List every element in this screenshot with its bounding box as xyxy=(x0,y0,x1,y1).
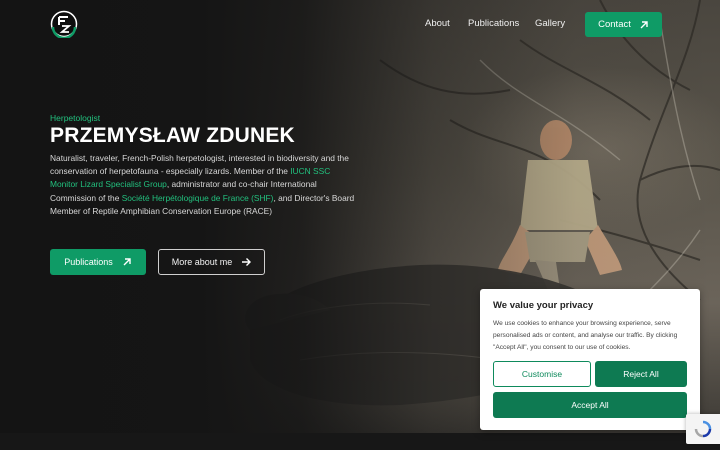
cookie-title: We value your privacy xyxy=(493,300,594,311)
contact-button-label: Contact xyxy=(598,19,631,30)
reject-all-button[interactable]: Reject All xyxy=(595,361,687,387)
nav-gallery[interactable]: Gallery xyxy=(535,18,565,29)
cookie-consent-banner: We value your privacy We use cookies to … xyxy=(480,289,700,430)
hero-bio: Naturalist, traveler, French-Polish herp… xyxy=(50,152,360,218)
recaptcha-icon xyxy=(694,420,712,438)
cookie-text: We use cookies to enhance your browsing … xyxy=(493,320,678,351)
shf-link[interactable]: Société Herpétologique de France (SHF) xyxy=(122,193,274,203)
more-about-me-button[interactable]: More about me xyxy=(158,249,265,275)
publications-button[interactable]: Publications xyxy=(50,249,146,275)
arrow-up-right-icon xyxy=(640,20,648,28)
more-about-me-label: More about me xyxy=(171,257,233,267)
nav-publications[interactable]: Publications xyxy=(468,18,519,29)
customise-button[interactable]: Customise xyxy=(493,361,591,387)
accept-all-button[interactable]: Accept All xyxy=(493,392,687,418)
contact-button[interactable]: Contact xyxy=(585,12,662,37)
page-title: PRZEMYSŁAW ZDUNEK xyxy=(50,124,295,147)
arrow-up-right-icon xyxy=(123,258,131,266)
recaptcha-badge[interactable] xyxy=(686,414,720,444)
arrow-right-icon xyxy=(242,258,252,266)
page-bottom xyxy=(0,433,720,450)
publications-button-label: Publications xyxy=(64,257,113,267)
nav-about[interactable]: About xyxy=(425,18,450,29)
hero-eyebrow: Herpetologist xyxy=(50,113,101,123)
logo-icon[interactable] xyxy=(50,10,78,38)
